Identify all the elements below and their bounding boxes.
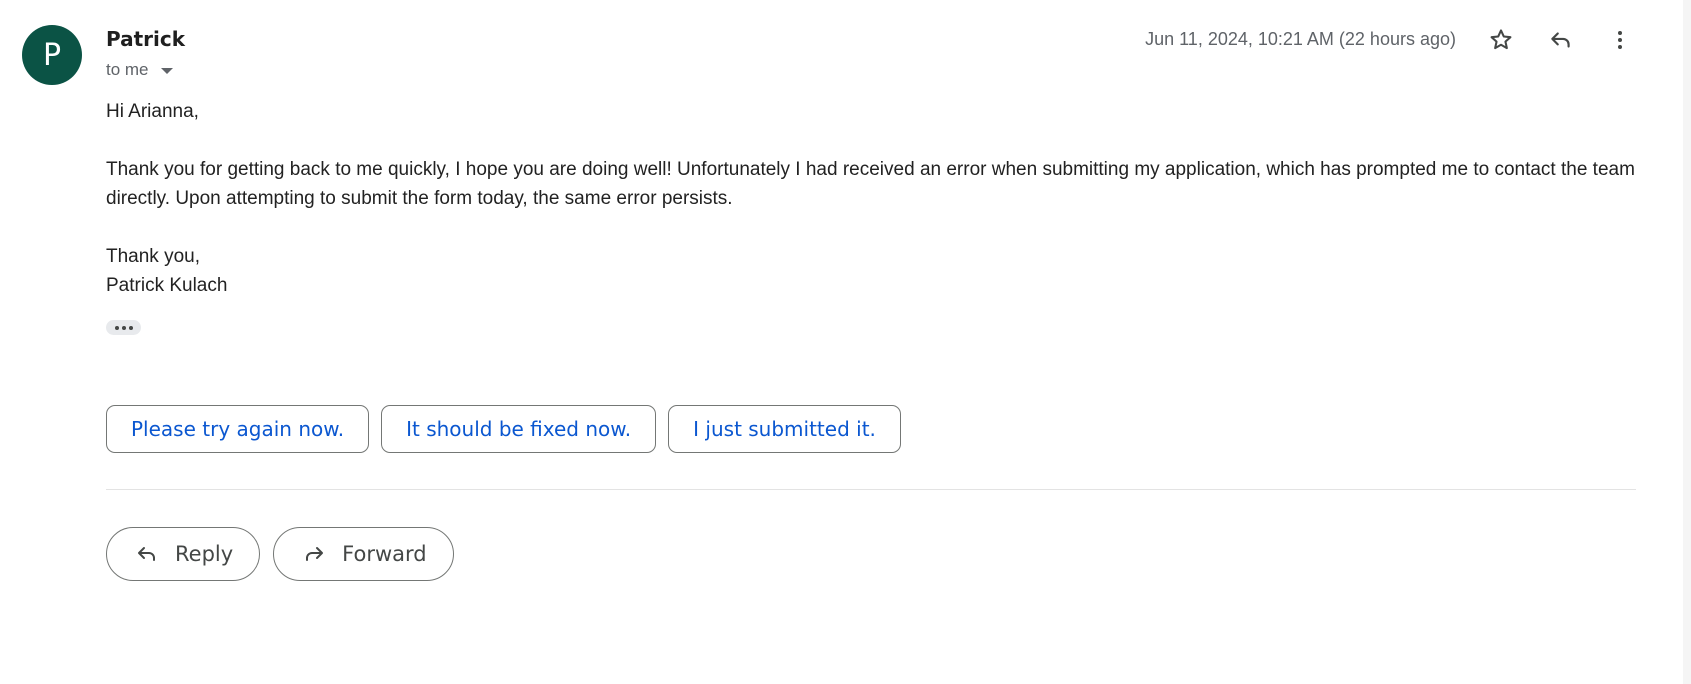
greeting: Hi Arianna, xyxy=(106,101,199,122)
closing: Thank you, xyxy=(106,246,200,267)
scrollbar-track[interactable] xyxy=(1683,0,1691,684)
recipient-details-toggle[interactable]: to me xyxy=(106,60,173,80)
star-icon xyxy=(1490,29,1512,50)
avatar-initial: P xyxy=(42,37,62,73)
chevron-down-icon xyxy=(160,68,173,74)
reply-icon xyxy=(1551,32,1570,48)
avatar[interactable]: P xyxy=(22,25,82,85)
dot-icon xyxy=(128,325,133,330)
recipient-label: to me xyxy=(106,60,149,79)
message-body: Hi Arianna, Thank you for getting back t… xyxy=(106,97,1646,300)
show-trimmed-content-button[interactable] xyxy=(106,320,141,335)
dot-icon xyxy=(121,325,126,330)
smart-reply-chips: Please try again now. It should be fixed… xyxy=(106,405,901,453)
reply-icon-button[interactable] xyxy=(1541,20,1581,60)
star-button[interactable] xyxy=(1481,20,1521,60)
reply-button[interactable]: Reply xyxy=(106,527,261,581)
email-message-view: P Patrick to me Jun 11, 2024, 10:21 AM (… xyxy=(0,0,1691,684)
more-options-button[interactable] xyxy=(1600,20,1640,60)
forward-icon xyxy=(302,542,326,566)
sender-name[interactable]: Patrick xyxy=(106,27,185,51)
smart-reply-chip[interactable]: I just submitted it. xyxy=(668,405,901,453)
divider xyxy=(106,489,1636,490)
forward-button[interactable]: Forward xyxy=(273,527,454,581)
forward-button-label: Forward xyxy=(342,542,427,566)
reply-icon xyxy=(135,542,159,566)
body-paragraph: Thank you for getting back to me quickly… xyxy=(106,159,1635,209)
more-vert-icon xyxy=(1618,31,1622,49)
smart-reply-chip[interactable]: It should be fixed now. xyxy=(381,405,657,453)
reply-forward-actions: Reply Forward xyxy=(106,527,454,581)
message-timestamp: Jun 11, 2024, 10:21 AM (22 hours ago) xyxy=(1145,29,1456,49)
signature: Patrick Kulach xyxy=(106,275,228,296)
smart-reply-chip[interactable]: Please try again now. xyxy=(106,405,370,453)
reply-button-label: Reply xyxy=(175,542,234,566)
dot-icon xyxy=(114,325,119,330)
